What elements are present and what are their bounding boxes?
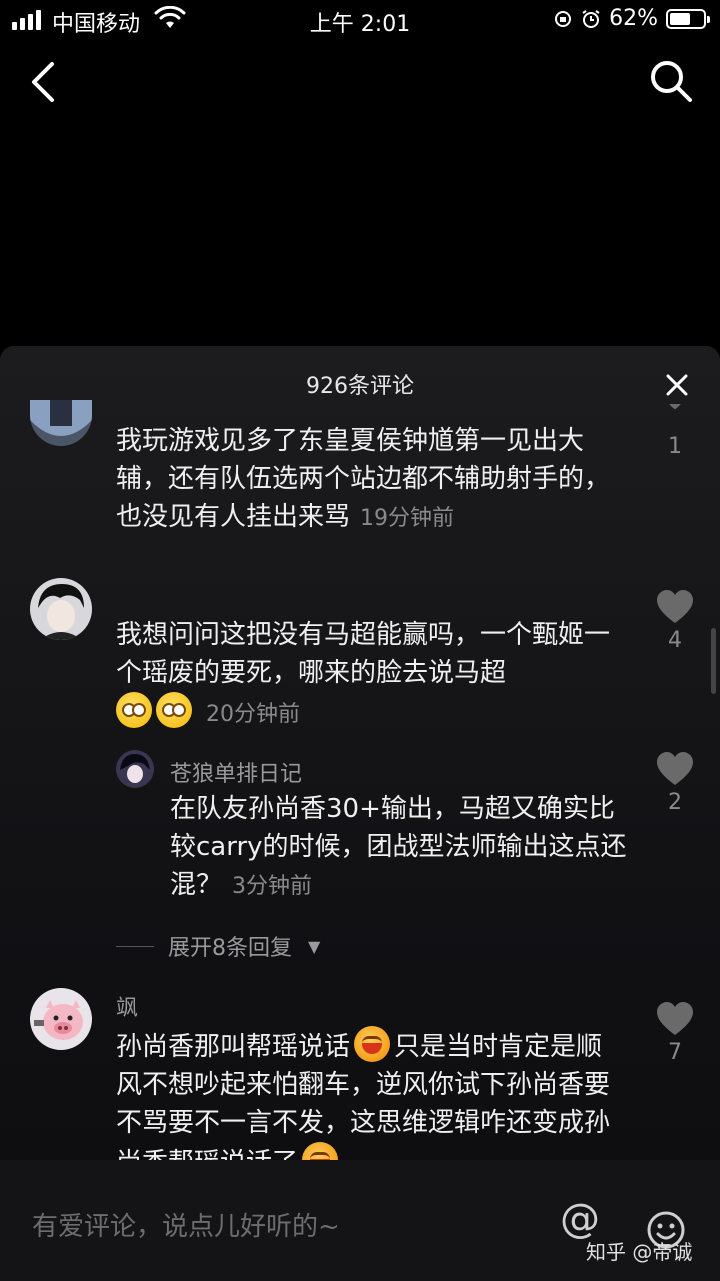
comment-username[interactable]: 飒 — [116, 990, 138, 1022]
divider — [116, 945, 154, 947]
back-icon[interactable] — [22, 58, 66, 106]
heart-icon — [657, 752, 693, 785]
like-count: 7 — [668, 1040, 682, 1065]
grin-emoji-icon — [354, 1026, 391, 1062]
watermark: 知乎 @帝诚 — [586, 1240, 693, 1264]
like-count: 2 — [668, 790, 682, 815]
orientation-lock-icon — [555, 10, 572, 27]
expand-replies-button[interactable]: 展开8条回复 ▼ — [116, 930, 320, 962]
flushed-emoji-icon — [116, 692, 152, 728]
like-button[interactable]: 1 — [656, 404, 694, 459]
reply-username[interactable]: 苍狼单排日记 — [170, 756, 302, 788]
status-bar: 中国移动 上午 2:01 62% — [0, 0, 720, 40]
comment-time: 20分钟前 — [206, 702, 300, 727]
status-right: 62% — [553, 6, 710, 31]
scrollbar[interactable] — [711, 628, 716, 694]
reply-time: 3分钟前 — [232, 874, 313, 899]
like-button[interactable]: 4 — [656, 590, 694, 653]
battery-percent: 62% — [609, 6, 658, 31]
avatar[interactable] — [30, 400, 92, 446]
avatar[interactable] — [116, 750, 154, 788]
comment-text: 我玩游戏见多了东皇夏侯钟馗第一见出大辅，还有队伍选两个站边都不辅助射手的，也没见… — [116, 426, 611, 532]
expand-replies-label: 展开8条回复 — [168, 936, 292, 961]
comment-input[interactable]: 有爱评论，说点儿好听的~ — [32, 1206, 340, 1243]
flushed-emoji-icon — [156, 692, 192, 728]
heart-icon — [669, 404, 681, 410]
heart-icon — [657, 1002, 693, 1035]
comment-text: 孙尚香那叫帮瑶说话 只是当时肯定是顺风不想吵起来怕翻车，逆风你试下孙尚香要不骂要不… — [116, 1026, 616, 1182]
comments-sheet: 926条评论 我玩游戏见多了东皇夏侯钟馗第一见出大辅，还有队伍选两个站边都不辅助… — [0, 346, 720, 1281]
close-icon[interactable] — [664, 372, 690, 398]
search-icon[interactable] — [648, 58, 694, 104]
comment-input-bar[interactable]: 有爱评论，说点儿好听的~ @ 知乎 @帝诚 — [0, 1160, 720, 1281]
caret-down-icon: ▼ — [308, 936, 321, 956]
alarm-icon — [582, 9, 600, 28]
like-count: 4 — [668, 628, 682, 653]
avatar[interactable] — [30, 988, 92, 1050]
battery-icon — [666, 8, 710, 29]
heart-icon — [657, 590, 693, 623]
comment-time: 19分钟前 — [360, 506, 455, 531]
reply-text: 在队友孙尚香30+输出，马超又确实比较carry的时候，团战型法师输出这点还混？… — [170, 794, 627, 900]
avatar[interactable] — [30, 578, 92, 640]
like-button[interactable]: 2 — [656, 752, 694, 815]
comments-count-title: 926条评论 — [306, 374, 414, 399]
like-button[interactable]: 7 — [656, 1002, 694, 1065]
like-count: 1 — [668, 434, 682, 459]
comment-text: 我想问问这把没有马超能赢吗，一个甄姬一个瑶废的要死，哪来的脸去说马超 20分钟前 — [116, 620, 611, 728]
